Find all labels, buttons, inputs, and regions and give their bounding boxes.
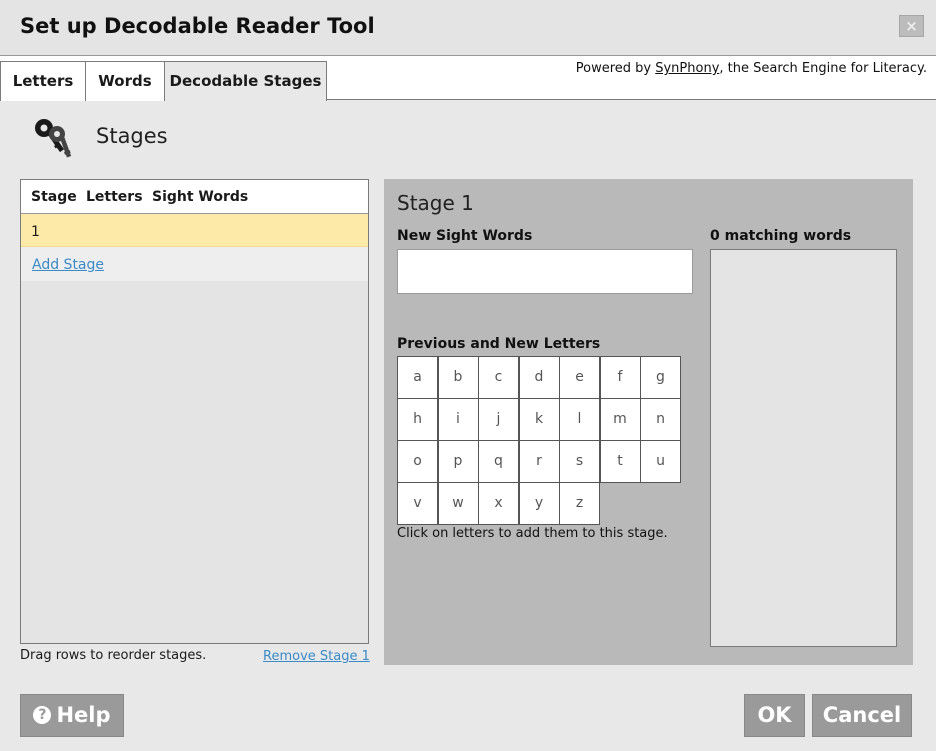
question-circle-icon: ?	[33, 706, 52, 724]
close-icon: ×	[905, 17, 918, 35]
column-sight-words: Sight Words	[152, 189, 249, 205]
letter-w[interactable]: w	[437, 482, 479, 525]
letter-b[interactable]: b	[437, 356, 479, 399]
letter-c[interactable]: c	[478, 356, 519, 399]
table-header: Stage Letters Sight Words	[21, 180, 368, 214]
powered-by-prefix: Powered by	[575, 61, 656, 76]
powered-by-suffix: , the Search Engine for Literacy.	[719, 61, 927, 76]
tab-letters[interactable]: Letters	[0, 61, 86, 101]
synphony-link[interactable]: SynPhony	[655, 61, 719, 76]
column-stage: Stage	[31, 189, 77, 205]
close-button[interactable]: ×	[899, 15, 924, 37]
stage-detail-panel: Stage 1 New Sight Words 0 matching words…	[384, 179, 913, 665]
powered-by-text: Powered by SynPhony, the Search Engine f…	[576, 61, 927, 76]
keys-icon	[35, 119, 72, 158]
letter-l[interactable]: l	[559, 398, 600, 441]
letter-z[interactable]: z	[559, 482, 600, 525]
letter-m[interactable]: m	[599, 398, 641, 441]
column-letters: Letters	[86, 189, 143, 205]
stage-title: Stage 1	[397, 191, 474, 215]
tab-strip: Letters Words Decodable Stages Powered b…	[0, 56, 936, 101]
remove-stage-link[interactable]: Remove Stage 1	[263, 649, 370, 664]
letter-o[interactable]: o	[397, 440, 438, 483]
window-title: Set up Decodable Reader Tool	[20, 14, 375, 38]
ok-button[interactable]: OK	[744, 694, 805, 737]
help-button-label: Help	[56, 703, 111, 727]
letter-x[interactable]: x	[478, 482, 519, 525]
letter-r[interactable]: r	[518, 440, 560, 483]
add-stage-row: Add Stage	[21, 247, 368, 281]
help-button[interactable]: ? Help	[20, 694, 124, 737]
letter-t[interactable]: t	[599, 440, 641, 483]
letter-v[interactable]: v	[397, 482, 438, 525]
drag-hint: Drag rows to reorder stages.	[20, 648, 207, 663]
letter-q[interactable]: q	[478, 440, 519, 483]
letter-p[interactable]: p	[437, 440, 479, 483]
table-row[interactable]: 1	[21, 214, 368, 247]
stage-number: 1	[31, 224, 40, 240]
letter-k[interactable]: k	[518, 398, 560, 441]
letter-h[interactable]: h	[397, 398, 438, 441]
matching-words-list	[710, 249, 897, 647]
letter-e[interactable]: e	[559, 356, 600, 399]
tab-words[interactable]: Words	[85, 61, 165, 101]
stage-table: Stage Letters Sight Words 1 Add Stage	[20, 179, 369, 644]
letter-i[interactable]: i	[437, 398, 479, 441]
letters-label: Previous and New Letters	[397, 336, 601, 352]
add-stage-link[interactable]: Add Stage	[32, 257, 104, 273]
title-bar: Set up Decodable Reader Tool ×	[0, 0, 936, 56]
letter-f[interactable]: f	[599, 356, 641, 399]
section-title: Stages	[96, 124, 168, 148]
letter-d[interactable]: d	[518, 356, 560, 399]
letter-j[interactable]: j	[478, 398, 519, 441]
matching-words-label: 0 matching words	[710, 228, 852, 244]
cancel-button[interactable]: Cancel	[812, 694, 912, 737]
letter-s[interactable]: s	[559, 440, 600, 483]
sight-words-label: New Sight Words	[397, 228, 533, 244]
letter-u[interactable]: u	[640, 440, 681, 483]
letter-y[interactable]: y	[518, 482, 560, 525]
letter-n[interactable]: n	[640, 398, 681, 441]
click-letters-hint: Click on letters to add them to this sta…	[397, 526, 668, 541]
tab-decodable-stages[interactable]: Decodable Stages	[164, 61, 327, 101]
letters-grid: abcdefg hijklmn opqrstu vwxyz	[397, 356, 681, 525]
letter-a[interactable]: a	[397, 356, 438, 399]
letter-g[interactable]: g	[640, 356, 681, 399]
sight-words-input[interactable]	[397, 249, 693, 294]
